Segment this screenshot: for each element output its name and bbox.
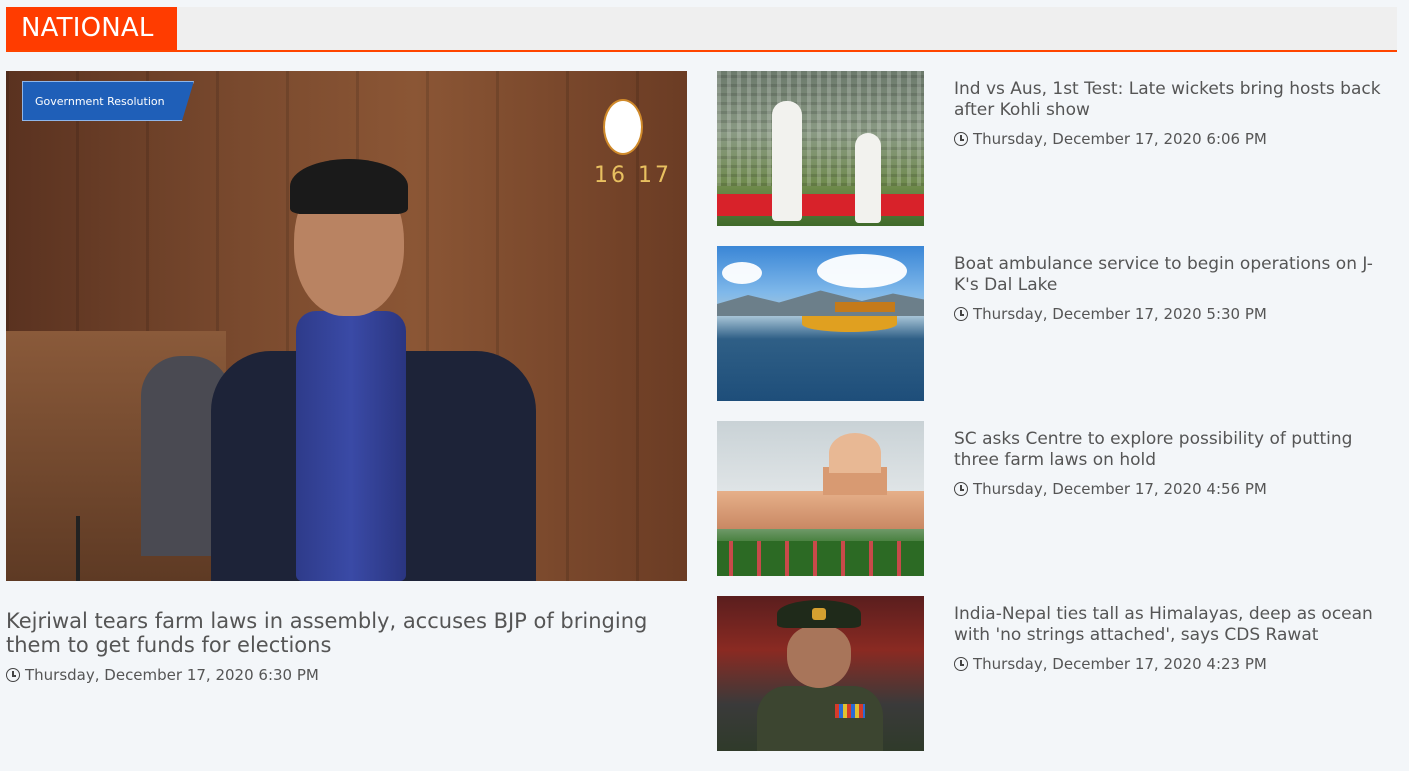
story-headline[interactable]: Ind vs Aus, 1st Test: Late wickets bring… [954, 79, 1397, 121]
uniform [757, 686, 883, 751]
main-story[interactable]: Government Resolution (Rule-90) 16 17 Ke… [6, 71, 687, 684]
list-item[interactable]: India-Nepal ties tall as Himalayas, deep… [717, 596, 1397, 771]
boat-canopy [835, 302, 895, 312]
microphone [76, 516, 80, 581]
story-meta: Thursday, December 17, 2020 6:06 PM [954, 130, 1397, 148]
seat-number: 16 17 [594, 163, 672, 188]
story-meta: Thursday, December 17, 2020 5:30 PM [954, 305, 1397, 323]
story-thumbnail[interactable] [717, 421, 924, 576]
list-item[interactable]: Ind vs Aus, 1st Test: Late wickets bring… [717, 71, 1397, 246]
story-timestamp: Thursday, December 17, 2020 4:56 PM [973, 480, 1267, 498]
story-timestamp: Thursday, December 17, 2020 5:30 PM [973, 305, 1267, 323]
story-timestamp: Thursday, December 17, 2020 4:23 PM [973, 655, 1267, 673]
list-item[interactable]: SC asks Centre to explore possibility of… [717, 421, 1397, 596]
clock-icon [6, 668, 20, 682]
dome [829, 433, 881, 473]
boat [802, 316, 897, 332]
building [717, 491, 924, 529]
story-timestamp: Thursday, December 17, 2020 6:06 PM [973, 130, 1267, 148]
story-thumbnail[interactable] [717, 71, 924, 226]
speaker-scarf [296, 311, 406, 581]
cap-badge [812, 608, 826, 620]
ad-board [717, 194, 924, 216]
resolution-banner: Government Resolution (Rule-90) [22, 81, 194, 121]
clock-icon [954, 307, 968, 321]
main-story-meta: Thursday, December 17, 2020 6:30 PM [6, 666, 687, 684]
crowd [717, 71, 924, 186]
speaker-hair [290, 159, 408, 214]
main-story-timestamp: Thursday, December 17, 2020 6:30 PM [25, 666, 319, 684]
player [855, 133, 881, 223]
story-meta: Thursday, December 17, 2020 4:56 PM [954, 480, 1397, 498]
story-headline[interactable]: SC asks Centre to explore possibility of… [954, 429, 1397, 471]
story-text: SC asks Centre to explore possibility of… [954, 429, 1397, 498]
garden [717, 541, 924, 576]
medals [835, 704, 865, 718]
clock-icon [954, 657, 968, 671]
main-story-headline[interactable]: Kejriwal tears farm laws in assembly, ac… [6, 609, 687, 657]
emblem-logo [603, 99, 643, 155]
player [772, 101, 802, 221]
story-thumbnail[interactable] [717, 596, 924, 751]
story-text: Ind vs Aus, 1st Test: Late wickets bring… [954, 79, 1397, 148]
face [787, 626, 851, 688]
story-text: Boat ambulance service to begin operatio… [954, 254, 1397, 323]
main-story-image[interactable]: Government Resolution (Rule-90) 16 17 [6, 71, 687, 581]
story-text: India-Nepal ties tall as Himalayas, deep… [954, 604, 1397, 673]
story-headline[interactable]: Boat ambulance service to begin operatio… [954, 254, 1397, 296]
cloud [722, 262, 762, 284]
clock-icon [954, 482, 968, 496]
section-title[interactable]: NATIONAL [6, 7, 177, 50]
clock-icon [954, 132, 968, 146]
cloud [817, 254, 907, 288]
section-header: NATIONAL [6, 7, 1397, 52]
story-thumbnail[interactable] [717, 246, 924, 401]
list-item[interactable]: Boat ambulance service to begin operatio… [717, 246, 1397, 421]
story-headline[interactable]: India-Nepal ties tall as Himalayas, deep… [954, 604, 1397, 646]
story-meta: Thursday, December 17, 2020 4:23 PM [954, 655, 1397, 673]
side-story-list: Ind vs Aus, 1st Test: Late wickets bring… [717, 71, 1397, 771]
